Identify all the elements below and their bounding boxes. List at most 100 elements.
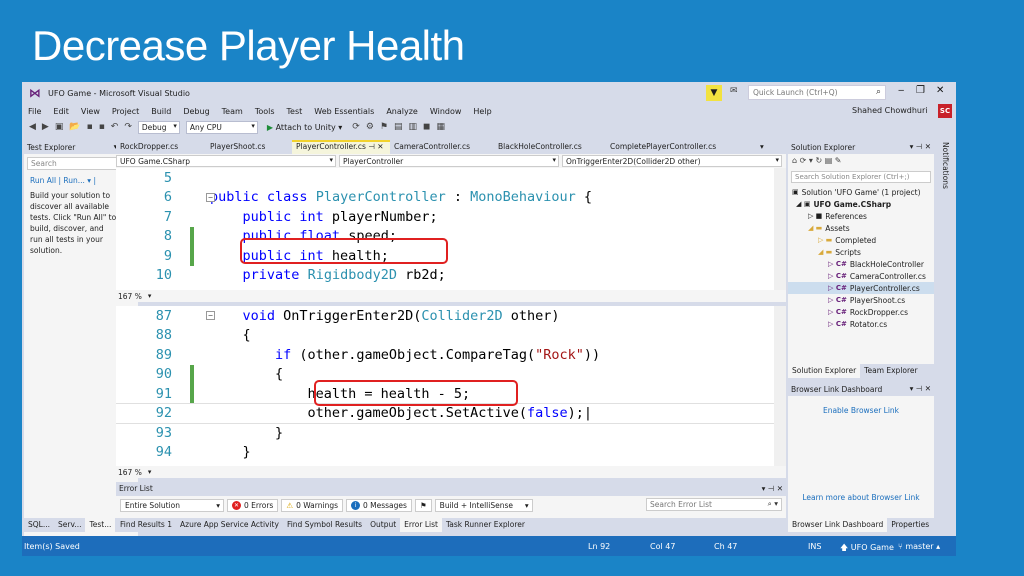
comment-icon[interactable]: ▤ (394, 122, 403, 132)
tool-icon[interactable]: ⚙ (366, 122, 374, 132)
member-nav-select[interactable]: OnTriggerEnter2D(Collider2D other) ▾ (562, 155, 782, 167)
filter-icon[interactable]: ⚑ (414, 498, 432, 512)
tab-error-list[interactable]: Error List (400, 518, 442, 532)
tab-azure-activity[interactable]: Azure App Service Activity (176, 518, 283, 532)
collapse-all-icon[interactable]: ▤ (825, 156, 833, 165)
warnings-filter[interactable]: ⚠ 0 Warnings (281, 498, 343, 512)
enable-browser-link[interactable]: Enable Browser Link (788, 406, 934, 415)
pin-icon[interactable]: ▾ ⊣ ✕ (762, 484, 783, 493)
messages-filter[interactable]: i0 Messages (346, 498, 412, 512)
build-select[interactable]: Build + IntelliSense ▾ (434, 498, 533, 512)
wrench-icon[interactable]: ✎ (835, 156, 842, 165)
quick-launch-input[interactable]: Quick Launch (Ctrl+Q) ⌕ (748, 85, 886, 100)
restore-button[interactable]: ❐ (916, 85, 925, 96)
menu-project[interactable]: Project (112, 107, 139, 116)
feedback-filter-icon[interactable]: ▼ (706, 85, 722, 101)
browser-link-icon[interactable]: ⟳ (352, 122, 360, 132)
sync-icon[interactable]: ⟳ (800, 156, 807, 165)
back-icon[interactable]: ◀ (29, 122, 36, 132)
tab-task-runner[interactable]: Task Runner Explorer (442, 518, 529, 532)
status-branch[interactable]: ⑂ master ▴ (898, 542, 940, 551)
error-search-input[interactable]: Search Error List ⌕ ▾ (646, 498, 782, 511)
menu-help[interactable]: Help (473, 107, 491, 116)
tab-playershoot[interactable]: PlayerShoot.cs (206, 140, 292, 154)
tab-output[interactable]: Output (366, 518, 400, 532)
tab-test[interactable]: Test... (85, 518, 116, 532)
tree-project[interactable]: ◢ ▣ UFO Game.CSharp (788, 198, 934, 210)
save-icon[interactable]: ▪ (87, 122, 93, 132)
home-icon[interactable]: ⌂ (792, 156, 797, 165)
menu-view[interactable]: View (81, 107, 100, 116)
tab-properties[interactable]: Properties (887, 518, 933, 532)
menu-debug[interactable]: Debug (183, 107, 209, 116)
bookmark-nav-icon[interactable]: ◼ (423, 122, 430, 132)
run-all-link[interactable]: Run All (30, 176, 56, 185)
collapse-icon[interactable]: − (206, 192, 215, 202)
menu-file[interactable]: File (28, 107, 41, 116)
menu-test[interactable]: Test (287, 107, 303, 116)
status-project[interactable]: 🡅 UFO Game (840, 542, 894, 556)
tree-file[interactable]: ▷ C# RockDropper.cs (788, 306, 934, 318)
platform-select[interactable]: Any CPU ▾ (185, 120, 258, 134)
user-avatar[interactable]: SC (938, 104, 952, 118)
tab-find-symbol[interactable]: Find Symbol Results (283, 518, 366, 532)
tab-sql[interactable]: SQL... (24, 518, 54, 532)
tree-file[interactable]: ▷ C# BlackHoleController (788, 258, 934, 270)
open-icon[interactable]: 📂 (69, 122, 80, 132)
code-editor-bottom[interactable]: 87 − void OnTriggerEnter2D(Collider2D oth… (116, 306, 774, 466)
menu-window[interactable]: Window (430, 107, 462, 116)
tab-completeplayercontroller[interactable]: CompletePlayerController.cs (606, 140, 756, 154)
bookmark-icon[interactable]: ⚑ (380, 122, 388, 132)
minimize-button[interactable]: ‒ (898, 85, 904, 96)
menu-edit[interactable]: Edit (53, 107, 69, 116)
tab-cameracontroller[interactable]: CameraController.cs (390, 140, 494, 154)
tree-file[interactable]: ▷ C# CameraController.cs (788, 270, 934, 282)
learn-browser-link[interactable]: Learn more about Browser Link (788, 493, 934, 502)
menu-web-essentials[interactable]: Web Essentials (314, 107, 374, 116)
feedback-icon[interactable]: ✉ (730, 86, 738, 96)
scope-select[interactable]: Entire Solution ▾ (120, 498, 224, 512)
tab-rockdropper[interactable]: RockDropper.cs (116, 140, 206, 154)
tab-find-results[interactable]: Find Results 1 (116, 518, 176, 532)
user-name[interactable]: Shahed Chowdhuri (852, 106, 928, 115)
config-select[interactable]: Debug ▾ (137, 120, 180, 134)
bottom-zoom-control[interactable]: 167 % ▾ (116, 466, 786, 478)
tab-browser-link[interactable]: Browser Link Dashboard (788, 518, 888, 532)
tree-scripts[interactable]: ◢ ▬ Scripts (788, 246, 934, 258)
tree-completed[interactable]: ▷ ▬ Completed (788, 234, 934, 246)
tree-solution[interactable]: ▣ Solution 'UFO Game' (1 project) (788, 186, 934, 198)
run-link[interactable]: Run... (63, 176, 85, 185)
forward-icon[interactable]: ▶ (42, 122, 49, 132)
class-nav-select[interactable]: PlayerController ▾ (339, 155, 559, 167)
tab-solution-explorer[interactable]: Solution Explorer (788, 364, 861, 378)
tree-assets[interactable]: ◢ ▬ Assets (788, 222, 934, 234)
close-button[interactable]: ✕ (936, 85, 944, 96)
tab-playercontroller[interactable]: PlayerController.cs ⊣ ✕ (292, 140, 390, 154)
redo-icon[interactable]: ↷ (124, 122, 132, 132)
solution-search-input[interactable]: Search Solution Explorer (Ctrl+;) (791, 171, 931, 183)
pin-icon[interactable]: ▾ ⊣ ✕ (910, 384, 931, 393)
notifications-tab[interactable]: Notifications (936, 140, 954, 220)
bottom-scrollbar[interactable] (774, 306, 786, 466)
errors-filter[interactable]: ✕ 0 Errors (227, 498, 279, 512)
top-zoom-control[interactable]: 167 % ▾ (116, 290, 786, 302)
attach-button[interactable]: ▶ Attach to Unity ▾ (267, 123, 342, 132)
tab-server[interactable]: Serv... (54, 518, 85, 532)
top-scrollbar[interactable] (774, 168, 786, 290)
new-project-icon[interactable]: ▣ (55, 122, 64, 132)
code-editor-top[interactable]: 5 6 − public class PlayerController : Mono… (116, 168, 774, 290)
tab-team-explorer[interactable]: Team Explorer (860, 364, 921, 378)
menu-team[interactable]: Team (222, 107, 243, 116)
format-icon[interactable]: ▦ (437, 122, 446, 132)
save-all-icon[interactable]: ▪ (99, 122, 105, 132)
menu-analyze[interactable]: Analyze (386, 107, 418, 116)
collapse-icon[interactable]: − (206, 311, 215, 320)
tree-references[interactable]: ▷ ■ References (788, 210, 934, 222)
tree-file[interactable]: ▷ C# Rotator.cs (788, 318, 934, 330)
menu-build[interactable]: Build (151, 107, 171, 116)
undo-icon[interactable]: ↶ (111, 122, 119, 132)
pin-icon[interactable]: ▾ ⊣ ✕ (910, 142, 931, 151)
menu-tools[interactable]: Tools (255, 107, 275, 116)
refresh-icon[interactable]: ↻ (815, 156, 822, 165)
tree-file-selected[interactable]: ▷ C# PlayerController.cs (788, 282, 934, 294)
